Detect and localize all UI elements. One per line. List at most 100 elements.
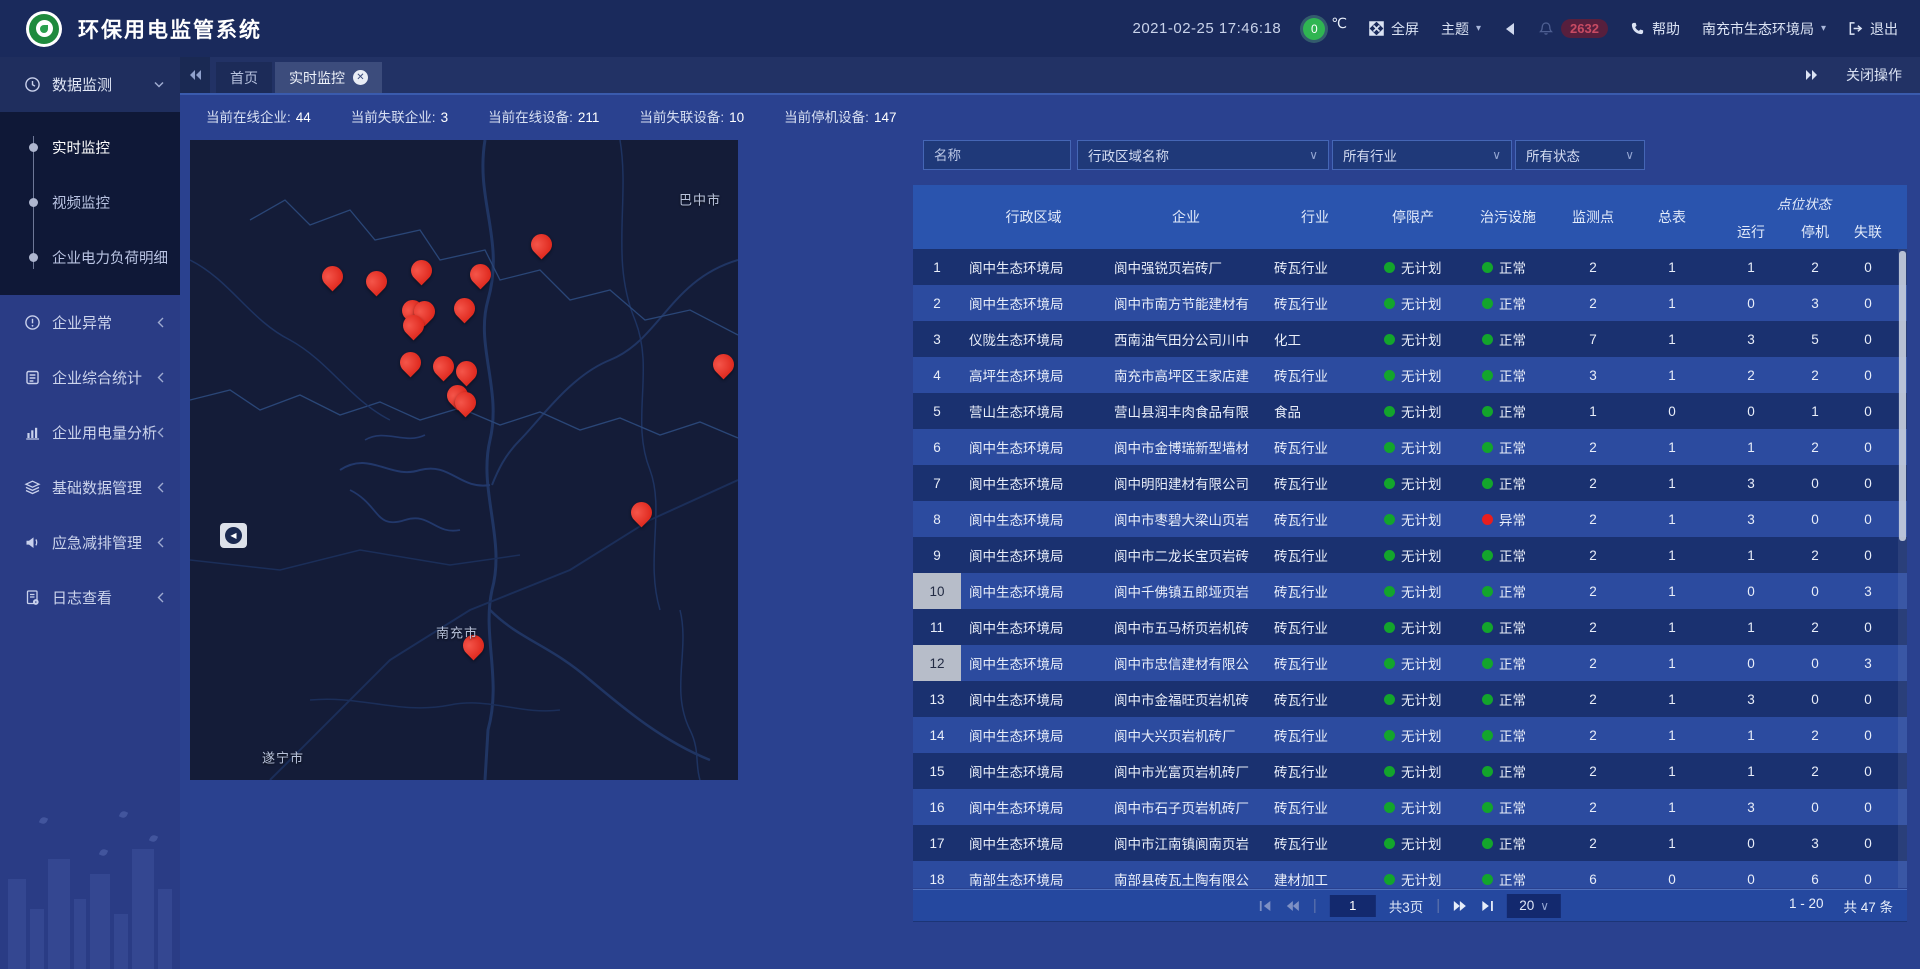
panel-collapse-handle[interactable]: ◀ [220, 523, 247, 548]
sidebar-item-emergency-reduction[interactable]: 应急减排管理 [0, 515, 180, 570]
table-row[interactable]: 3仪陇生态环境局西南油气田分公司川中化工无计划正常71350 [913, 321, 1907, 357]
status-filter-select[interactable]: 所有状态 ∨ [1515, 140, 1645, 170]
sidebar-item-power-analysis[interactable]: 企业用电量分析 [0, 405, 180, 460]
sidebar-item-log-view[interactable]: 日志查看 [0, 570, 180, 625]
close-operations-button[interactable]: 关闭操作 [1846, 65, 1902, 85]
map-pin[interactable] [407, 256, 437, 286]
cell-monitor-points: 2 [1554, 825, 1632, 861]
map-pin[interactable] [627, 498, 657, 528]
sidebar-item-video-monitor[interactable]: 视频监控 [0, 175, 180, 230]
table-row[interactable]: 14阆中生态环境局阆中大兴页岩机砖厂砖瓦行业无计划正常21120 [913, 717, 1907, 753]
map-pin[interactable] [466, 260, 496, 290]
map-pin[interactable] [450, 294, 480, 324]
table-row[interactable]: 7阆中生态环境局阆中明阳建材有限公司砖瓦行业无计划正常21300 [913, 465, 1907, 501]
table-row[interactable]: 8阆中生态环境局阆中市枣碧大梁山页岩砖瓦行业无计划异常21300 [913, 501, 1907, 537]
cell-company: 阆中市二龙长宝页岩砖 [1106, 537, 1266, 573]
sidebar-item-power-load-detail[interactable]: 企业电力负荷明细 [0, 230, 180, 285]
map-pin[interactable] [527, 230, 557, 260]
name-filter-input[interactable] [923, 140, 1071, 170]
cell-total-meters: 1 [1632, 789, 1712, 825]
cell-pollution-facility: 正常 [1462, 537, 1554, 573]
table-row[interactable]: 1阆中生态环境局阆中强锐页岩砖厂砖瓦行业无计划正常21120 [913, 249, 1907, 285]
row-index: 15 [913, 753, 961, 789]
close-icon[interactable]: ✕ [353, 70, 368, 85]
map-pin[interactable] [396, 348, 426, 378]
last-page-button[interactable] [1481, 900, 1494, 912]
cell-stopped: 3 [1790, 825, 1840, 861]
table-row[interactable]: 10阆中生态环境局阆中千佛镇五郎垭页岩砖瓦行业无计划正常21003 [913, 573, 1907, 609]
chevron-down-icon: ∨ [1625, 148, 1634, 162]
table-scrollbar[interactable] [1898, 249, 1907, 888]
megaphone-icon [24, 534, 41, 551]
temperature-widget: 0 ℃ [1303, 18, 1347, 40]
table-row[interactable]: 2阆中生态环境局阆中市南方节能建材有砖瓦行业无计划正常21030 [913, 285, 1907, 321]
sidebar-item-enterprise-abnormal[interactable]: 企业异常 [0, 295, 180, 350]
col-pollution-facility: 治污设施 [1462, 185, 1554, 249]
row-index: 7 [913, 465, 961, 501]
map-pin[interactable] [362, 267, 392, 297]
sidebar-item-enterprise-statistics[interactable]: 企业综合统计 [0, 350, 180, 405]
map-pin[interactable] [318, 262, 348, 292]
submenu-label: 视频监控 [52, 192, 110, 213]
map-panel[interactable]: 巴中市南充市遂宁市 ◀ [190, 140, 738, 780]
map-pin[interactable] [709, 350, 738, 380]
cell-stop-production: 无计划 [1364, 537, 1462, 573]
map-pin[interactable] [459, 631, 489, 661]
table-row[interactable]: 4高坪生态环境局南充市高坪区王家店建砖瓦行业无计划正常31220 [913, 357, 1907, 393]
temperature-badge: 0 [1303, 18, 1325, 40]
table-row[interactable]: 11阆中生态环境局阆中市五马桥页岩机砖砖瓦行业无计划正常21120 [913, 609, 1907, 645]
org-dropdown[interactable]: 南充市生态环境局 ▾ [1702, 19, 1826, 39]
row-index: 8 [913, 501, 961, 537]
table-row[interactable]: 9阆中生态环境局阆中市二龙长宝页岩砖砖瓦行业无计划正常21120 [913, 537, 1907, 573]
cell-total-meters: 1 [1632, 573, 1712, 609]
cell-monitor-points: 2 [1554, 501, 1632, 537]
logout-button[interactable]: 退出 [1848, 19, 1898, 39]
cell-stop-production: 无计划 [1364, 861, 1462, 888]
chevron-left-icon [157, 592, 164, 603]
notification-bell[interactable]: 2632 [1538, 19, 1608, 38]
tabs-scroll-left-button[interactable] [180, 57, 210, 93]
region-filter-select[interactable]: 行政区域名称 ∨ [1077, 140, 1329, 170]
cell-stopped: 2 [1790, 753, 1840, 789]
cell-pollution-facility: 正常 [1462, 753, 1554, 789]
sidebar-item-basic-data[interactable]: 基础数据管理 [0, 460, 180, 515]
table-row[interactable]: 17阆中生态环境局阆中市江南镇阆南页岩砖瓦行业无计划正常21030 [913, 825, 1907, 861]
tab-realtime-monitor[interactable]: 实时监控 ✕ [275, 62, 382, 93]
cell-monitor-points: 2 [1554, 645, 1632, 681]
sidebar-group-label: 数据监测 [52, 74, 112, 95]
table-row[interactable]: 16阆中生态环境局阆中市石子页岩机砖厂砖瓦行业无计划正常21300 [913, 789, 1907, 825]
col-company: 企业 [1106, 185, 1266, 249]
help-button[interactable]: 帮助 [1630, 19, 1680, 39]
status-dot-icon [1384, 370, 1395, 381]
theme-dropdown[interactable]: 主题 ▾ [1441, 19, 1481, 39]
prev-page-button[interactable] [1285, 900, 1300, 912]
tab-home[interactable]: 首页 [216, 62, 272, 93]
cell-total-meters: 1 [1632, 645, 1712, 681]
page-number-input[interactable] [1330, 895, 1376, 917]
table-row[interactable]: 15阆中生态环境局阆中市光富页岩机砖厂砖瓦行业无计划正常21120 [913, 753, 1907, 789]
cell-running: 0 [1712, 393, 1790, 429]
page-size-select[interactable]: 20 ∨ [1507, 894, 1561, 918]
table-row[interactable]: 12阆中生态环境局阆中市忠信建材有限公砖瓦行业无计划正常21003 [913, 645, 1907, 681]
table-row[interactable]: 13阆中生态环境局阆中市金福旺页岩机砖砖瓦行业无计划正常21300 [913, 681, 1907, 717]
fullscreen-button[interactable]: 全屏 [1369, 19, 1419, 39]
tabs-scroll-right-button[interactable] [1805, 69, 1818, 81]
cell-stop-production: 无计划 [1364, 465, 1462, 501]
map-pin[interactable] [429, 352, 459, 382]
industry-filter-select[interactable]: 所有行业 ∨ [1332, 140, 1512, 170]
scrollbar-thumb[interactable] [1899, 251, 1906, 541]
table-row[interactable]: 5营山生态环境局营山县润丰肉食品有限食品无计划正常10010 [913, 393, 1907, 429]
row-index: 5 [913, 393, 961, 429]
next-page-button[interactable] [1453, 900, 1468, 912]
map-pin[interactable] [452, 357, 482, 387]
cell-monitor-points: 2 [1554, 573, 1632, 609]
col-industry: 行业 [1266, 185, 1364, 249]
sidebar-item-label: 基础数据管理 [52, 477, 142, 498]
mute-speaker-icon[interactable] [1503, 22, 1516, 36]
sidebar-item-data-monitor[interactable]: 数据监测 [0, 57, 180, 112]
status-dot-icon [1384, 730, 1395, 741]
table-row[interactable]: 18南部生态环境局南部县砖瓦土陶有限公建材加工无计划正常60060 [913, 861, 1907, 888]
first-page-button[interactable] [1259, 900, 1272, 912]
table-row[interactable]: 6阆中生态环境局阆中市金博瑞新型墙材砖瓦行业无计划正常21120 [913, 429, 1907, 465]
sidebar-item-realtime-monitor[interactable]: 实时监控 [0, 120, 180, 175]
